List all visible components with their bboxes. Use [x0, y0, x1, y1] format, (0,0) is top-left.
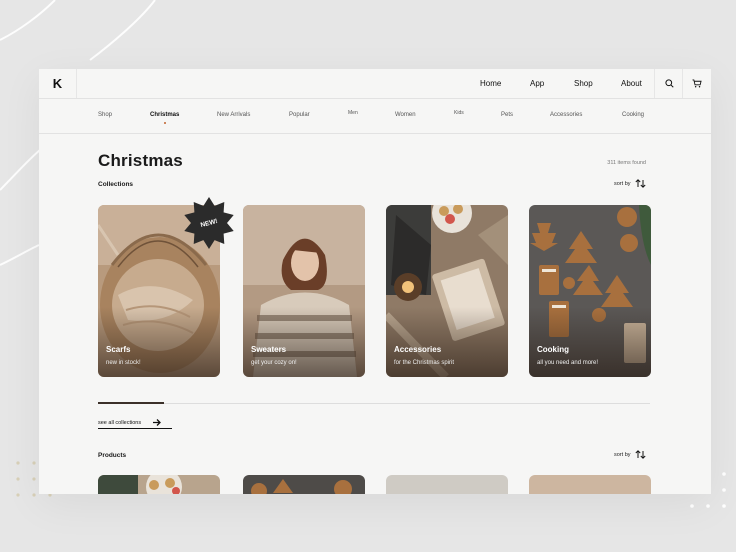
card-shade: [386, 307, 508, 377]
collection-card-accessories[interactable]: Accessories for the Christmas spirit: [386, 205, 508, 377]
cart-icon: [692, 79, 702, 88]
product-thumbnail[interactable]: [98, 475, 220, 494]
arrow-right-icon: [153, 419, 162, 426]
new-badge: NEW!: [182, 196, 236, 250]
category-kids[interactable]: Kids: [454, 110, 464, 116]
sort-icon: [634, 179, 646, 188]
card-subtitle: get your cozy on!: [251, 360, 297, 366]
search-button[interactable]: [654, 69, 683, 98]
logo-cell[interactable]: K: [39, 69, 77, 98]
carousel-track: [98, 403, 650, 404]
card-shade: [243, 307, 365, 377]
product-image: [98, 475, 220, 494]
category-women[interactable]: Women: [395, 112, 416, 118]
top-header: K Home App Shop About: [39, 69, 711, 99]
nav-app[interactable]: App: [530, 79, 544, 88]
carousel-progress[interactable]: [98, 402, 164, 404]
nav-home[interactable]: Home: [480, 79, 501, 88]
collections-sort[interactable]: sort by: [614, 179, 646, 188]
category-nav: Shop Christmas New Arrivals Popular Men …: [39, 99, 711, 134]
product-image: [243, 475, 365, 494]
products-sort[interactable]: sort by: [614, 450, 646, 459]
category-men[interactable]: Men: [348, 110, 358, 116]
product-thumbnail[interactable]: [529, 475, 651, 494]
collections-heading: Collections: [98, 181, 134, 188]
card-subtitle: all you need and more!: [537, 360, 599, 366]
items-found-count: 311 items found: [607, 160, 646, 166]
nav-about[interactable]: About: [621, 79, 642, 88]
card-subtitle: for the Christmas spirit: [394, 360, 455, 366]
card-title: Sweaters: [251, 345, 287, 354]
active-category-indicator: [164, 122, 166, 124]
product-image: [386, 475, 508, 494]
collection-card-sweaters[interactable]: Sweaters get your cozy on!: [243, 205, 365, 377]
card-title: Cooking: [537, 345, 569, 354]
app-window: K Home App Shop About Shop Christmas New…: [39, 69, 711, 494]
category-shop[interactable]: Shop: [98, 112, 112, 118]
card-title: Scarfs: [106, 345, 131, 354]
category-accessories[interactable]: Accessories: [550, 112, 582, 118]
collection-card-cooking[interactable]: Cooking all you need and more!: [529, 205, 651, 377]
cart-button[interactable]: [682, 69, 711, 98]
sort-icon: [634, 450, 646, 459]
card-shade: [529, 307, 651, 377]
product-thumbnail[interactable]: [243, 475, 365, 494]
category-new-arrivals[interactable]: New Arrivals: [217, 112, 250, 118]
product-image: [529, 475, 651, 494]
card-title: Accessories: [394, 345, 442, 354]
card-shade: [98, 307, 220, 377]
card-subtitle: new in stock!: [106, 360, 141, 366]
see-all-collections-link[interactable]: see all collections: [98, 419, 172, 429]
see-all-label: see all collections: [98, 419, 142, 426]
sort-label: sort by: [614, 180, 631, 187]
sort-label: sort by: [614, 451, 631, 458]
product-thumbnail[interactable]: [386, 475, 508, 494]
category-pets[interactable]: Pets: [501, 112, 513, 118]
category-christmas[interactable]: Christmas: [150, 112, 179, 118]
category-cooking[interactable]: Cooking: [622, 112, 644, 118]
search-icon: [664, 79, 674, 88]
category-popular[interactable]: Popular: [289, 112, 310, 118]
page-title: Christmas: [98, 151, 183, 170]
nav-shop[interactable]: Shop: [574, 79, 593, 88]
brand-logo[interactable]: K: [53, 76, 62, 91]
products-heading: Products: [98, 452, 127, 459]
